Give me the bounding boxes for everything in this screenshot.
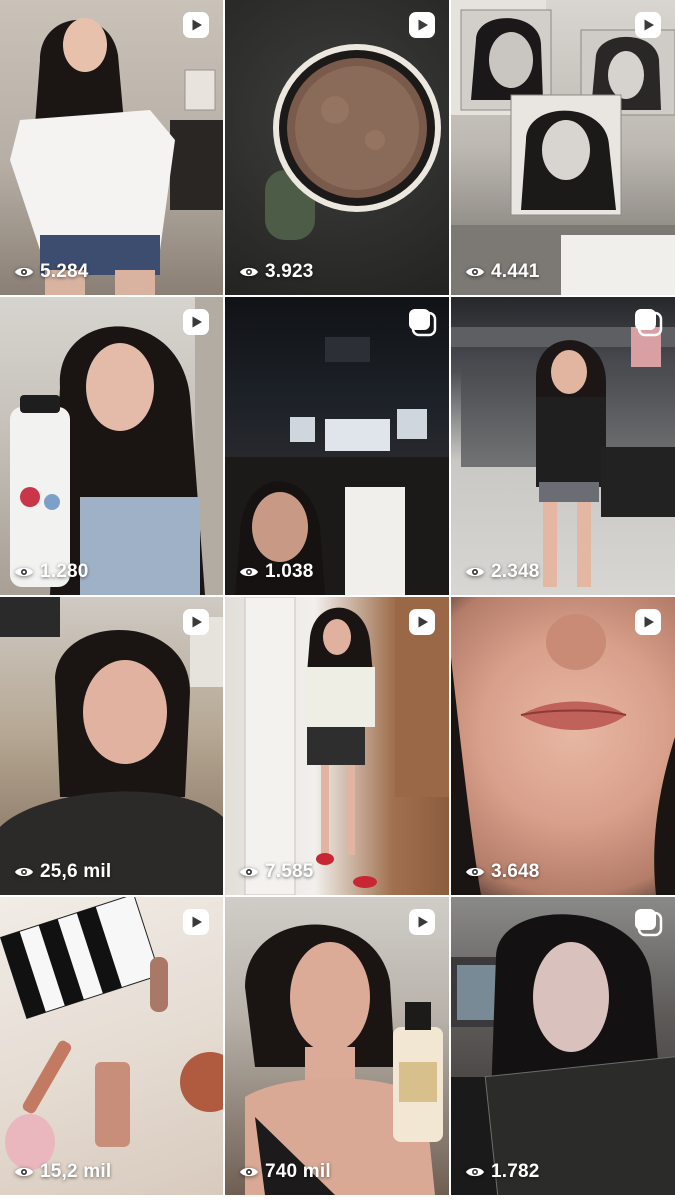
- view-count: 3.648: [465, 861, 540, 883]
- view-count-value: 25,6 mil: [40, 861, 112, 882]
- post-tile[interactable]: 740 mil: [225, 897, 449, 1195]
- post-thumbnail: [451, 614, 675, 895]
- view-count: 740 mil: [239, 1161, 331, 1183]
- view-count-value: 15,2 mil: [40, 1161, 112, 1182]
- view-count-value: 1.038: [265, 561, 314, 582]
- view-count-value: 4.441: [491, 261, 540, 282]
- post-tile[interactable]: 4.441: [451, 0, 675, 295]
- eye-icon: [240, 867, 258, 877]
- post-thumbnail: [244, 597, 449, 895]
- post-tile[interactable]: 3.648: [451, 597, 675, 895]
- post-thumbnail: [451, 0, 675, 295]
- post-tile[interactable]: 7.585: [225, 597, 449, 895]
- eye-icon: [466, 867, 484, 877]
- view-count-value: 740 mil: [265, 1161, 331, 1182]
- view-count-value: 1.782: [491, 1161, 540, 1182]
- reel-play-icon: [181, 307, 211, 337]
- eye-icon: [15, 567, 33, 577]
- view-count-value: 3.648: [491, 861, 540, 882]
- reel-play-icon: [633, 10, 663, 40]
- view-count: 3.923: [239, 261, 314, 283]
- eye-icon: [240, 267, 258, 277]
- eye-icon: [466, 267, 484, 277]
- reel-play-icon: [181, 607, 211, 637]
- view-count: 1.280: [14, 561, 89, 583]
- post-thumbnail: [10, 297, 223, 595]
- post-thumbnail: [10, 18, 223, 295]
- eye-icon: [240, 567, 258, 577]
- view-count: 1.038: [239, 561, 314, 583]
- view-count: 25,6 mil: [14, 861, 111, 883]
- post-tile[interactable]: 1.280: [0, 297, 223, 595]
- view-count: 5.284: [14, 261, 89, 283]
- post-tile[interactable]: 1.782: [451, 897, 675, 1195]
- post-tile[interactable]: 5.284: [0, 0, 223, 295]
- post-thumbnail: [451, 327, 675, 587]
- view-count-value: 2.348: [491, 561, 540, 582]
- reel-play-icon: [181, 907, 211, 937]
- post-thumbnail: [245, 924, 443, 1195]
- post-tile[interactable]: 3.923: [225, 0, 449, 295]
- eye-icon: [466, 1167, 484, 1177]
- post-tile[interactable]: 2.348: [451, 297, 675, 595]
- post-thumbnail: [0, 897, 223, 1170]
- post-thumbnail: [0, 597, 223, 895]
- post-tile[interactable]: 25,6 mil: [0, 597, 223, 895]
- post-thumbnail: [451, 914, 675, 1195]
- view-count-value: 5.284: [40, 261, 89, 282]
- reel-play-icon: [633, 607, 663, 637]
- carousel-icon: [407, 307, 437, 337]
- reel-play-icon: [407, 907, 437, 937]
- reel-play-icon: [181, 10, 211, 40]
- eye-icon: [240, 1167, 258, 1177]
- post-tile[interactable]: 1.038: [225, 297, 449, 595]
- view-count: 2.348: [465, 561, 540, 583]
- view-count-value: 1.280: [40, 561, 89, 582]
- reel-play-icon: [407, 10, 437, 40]
- eye-icon: [15, 1167, 33, 1177]
- post-thumbnail: [225, 337, 449, 595]
- view-count: 15,2 mil: [14, 1161, 111, 1183]
- carousel-icon: [633, 907, 663, 937]
- eye-icon: [15, 867, 33, 877]
- post-tile[interactable]: 15,2 mil: [0, 897, 223, 1195]
- eye-icon: [15, 267, 33, 277]
- view-count: 4.441: [465, 261, 540, 283]
- post-thumbnail: [265, 44, 441, 240]
- eye-icon: [466, 567, 484, 577]
- profile-posts-grid: 5.284 3.923 4.441 1.280 1.038 2.348 25,6…: [0, 0, 675, 1200]
- view-count: 7.585: [239, 861, 314, 883]
- view-count-value: 7.585: [265, 861, 314, 882]
- view-count-value: 3.923: [265, 261, 314, 282]
- carousel-icon: [633, 307, 663, 337]
- view-count: 1.782: [465, 1161, 540, 1183]
- reel-play-icon: [407, 607, 437, 637]
